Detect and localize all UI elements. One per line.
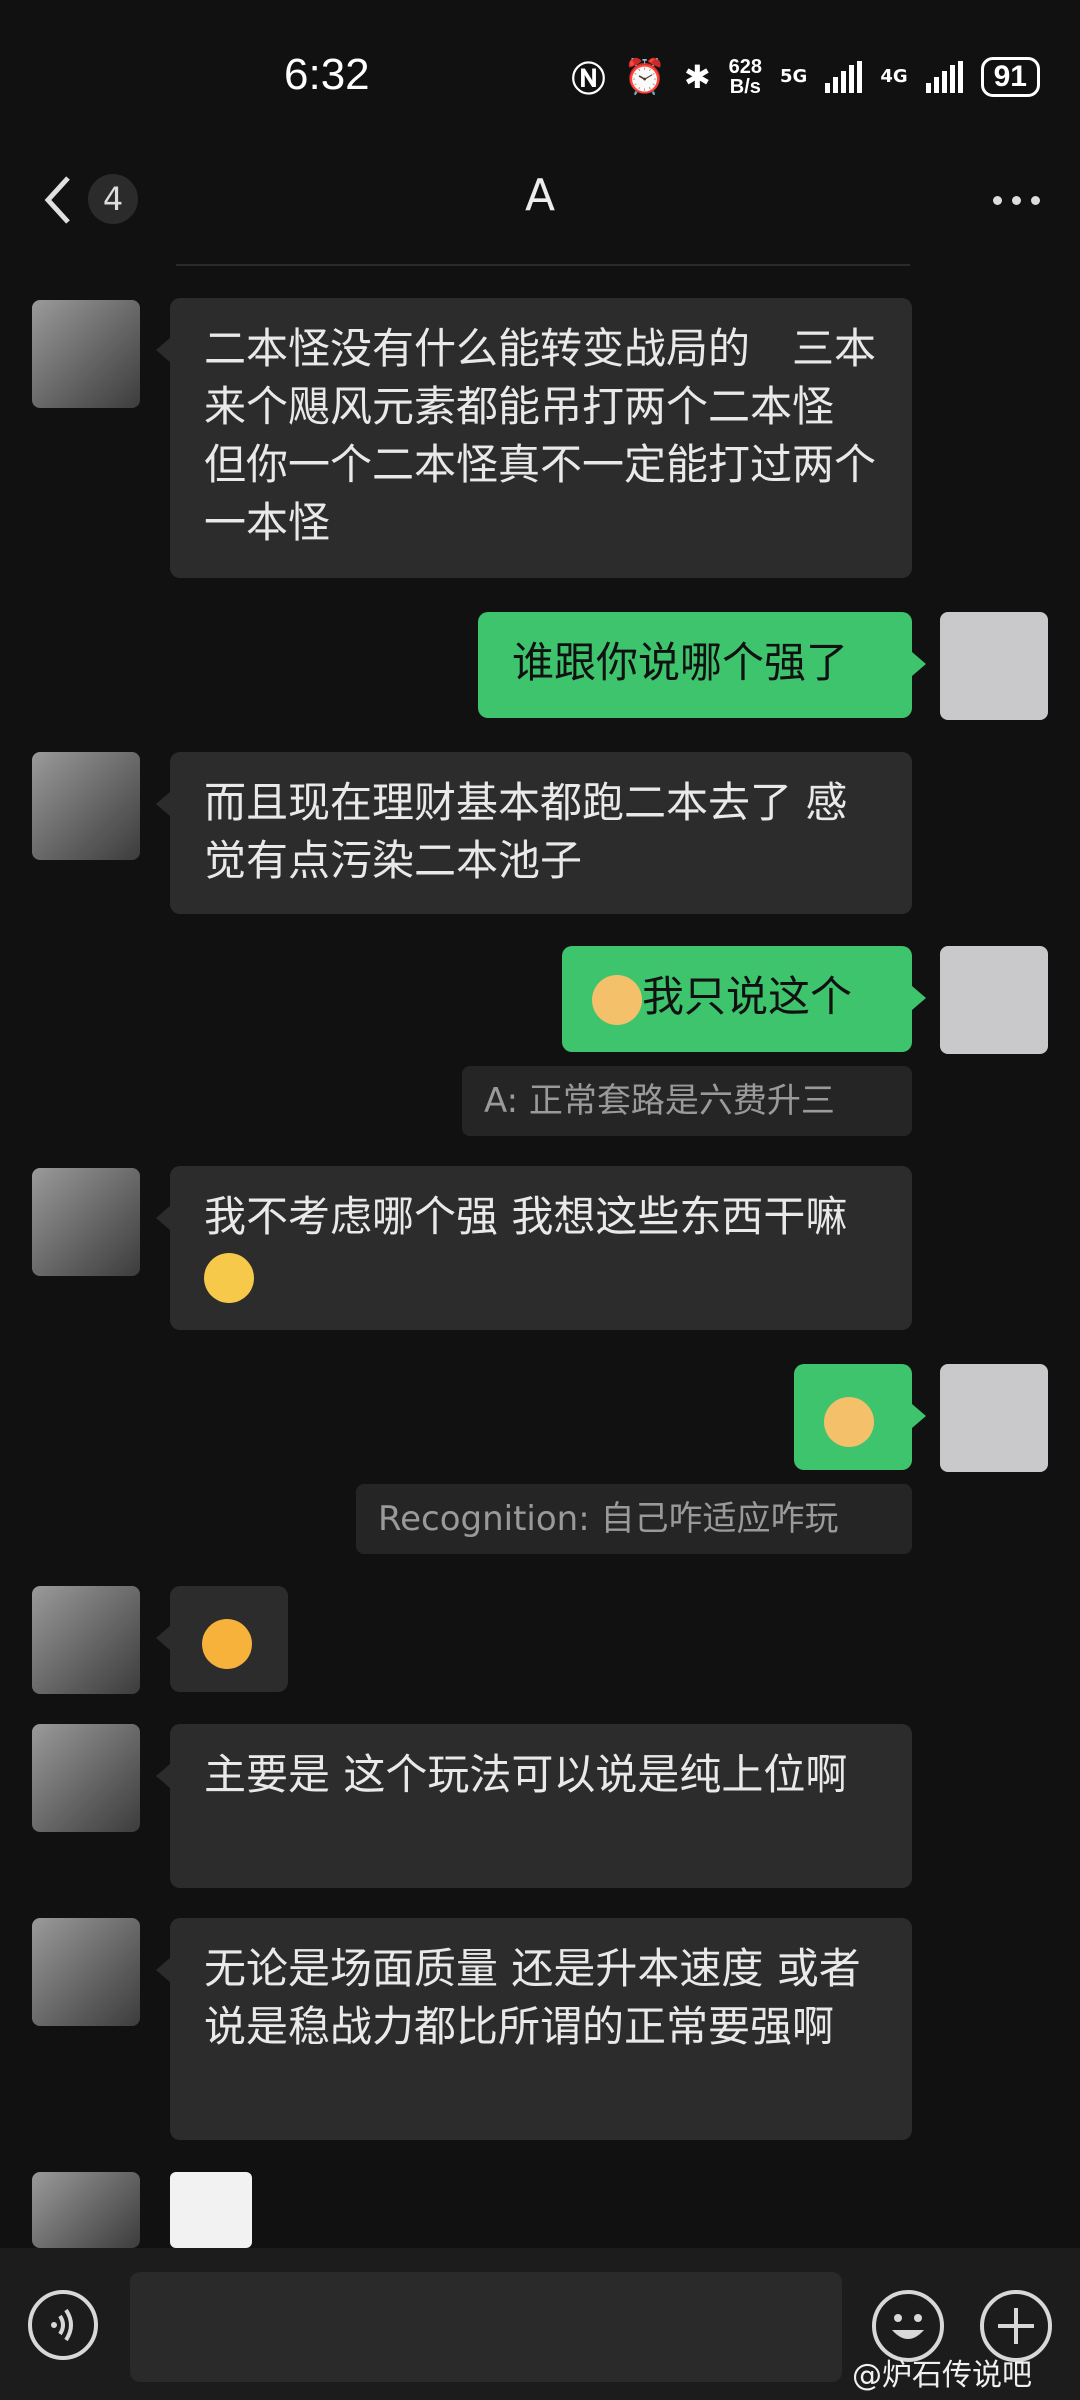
message-bubble-sent[interactable]: 我只说这个 <box>562 946 926 1052</box>
voice-icon <box>51 2308 73 2342</box>
network-4g-label: 4G <box>880 66 908 87</box>
signal-icon-2 <box>925 60 963 93</box>
message-text: 我只说这个 <box>642 972 853 1021</box>
sticker-image[interactable] <box>170 2172 252 2248</box>
quoted-reply[interactable]: Recognition: 自己咋适应咋玩 <box>356 1484 912 1554</box>
message-bubble-received[interactable]: 主要是 这个玩法可以说是纯上位啊 <box>156 1724 912 1888</box>
voice-input-button[interactable] <box>28 2290 98 2360</box>
heart-face-emoji-icon <box>202 1618 252 1669</box>
contact-avatar[interactable] <box>32 752 140 860</box>
doge-emoji-icon <box>824 1396 874 1447</box>
battery-indicator: 91 <box>980 56 1040 97</box>
net-speed-unit: B/s <box>729 75 761 98</box>
signal-icon <box>825 60 863 93</box>
message-bubble-received[interactable]: 我不考虑哪个强 我想这些东西干嘛 <box>156 1166 912 1330</box>
network-speed: 628 B/s <box>729 57 762 97</box>
my-avatar[interactable] <box>940 1364 1048 1472</box>
status-icons: Ⓝ ⏰ ✱ 628 B/s 5G 4G 91 <box>571 52 1040 101</box>
unamused-emoji-icon <box>204 1252 254 1303</box>
nfc-icon: Ⓝ <box>571 60 606 100</box>
watermark: @炉石传说吧 <box>852 2358 1032 2393</box>
my-avatar[interactable] <box>940 612 1048 720</box>
message-bubble-received[interactable] <box>156 1586 288 1692</box>
contact-avatar[interactable] <box>32 2172 140 2248</box>
message-bubble-received[interactable]: 而且现在理财基本都跑二本去了 感觉有点污染二本池子 <box>156 752 912 914</box>
quoted-reply[interactable]: A: 正常套路是六费升三 <box>462 1066 912 1136</box>
network-5g-label: 5G <box>780 66 808 87</box>
contact-avatar[interactable] <box>32 1586 140 1694</box>
contact-avatar[interactable] <box>32 300 140 408</box>
contact-avatar[interactable] <box>32 1724 140 1832</box>
plus-icon <box>998 2308 1034 2344</box>
message-text: 我不考虑哪个强 我想这些东西干嘛 <box>204 1192 848 1241</box>
doge-emoji-icon <box>592 974 642 1025</box>
message-bubble-received[interactable]: 二本怪没有什么能转变战局的 三本来个飓风元素都能吊打两个二本怪 但你一个二本怪真… <box>156 298 912 578</box>
contact-avatar[interactable] <box>32 1918 140 2026</box>
my-avatar[interactable] <box>940 946 1048 1054</box>
message-bubble-sent[interactable]: 谁跟你说哪个强了 <box>478 612 926 718</box>
net-speed-value: 628 <box>728 55 762 78</box>
message-bubble-sent[interactable] <box>794 1364 926 1470</box>
bluetooth-icon: ✱ <box>683 57 711 96</box>
alarm-icon: ⏰ <box>623 56 666 97</box>
contact-avatar[interactable] <box>32 1168 140 1276</box>
message-input[interactable] <box>130 2272 842 2382</box>
message-bubble-received[interactable]: 无论是场面质量 还是升本速度 或者说是稳战力都比所谓的正常要强啊 <box>156 1918 912 2140</box>
header-divider <box>176 264 910 266</box>
smiley-icon <box>892 2314 924 2339</box>
status-time: 6:32 <box>284 50 370 99</box>
more-options-button[interactable] <box>993 196 1040 205</box>
chat-title: A <box>524 170 556 221</box>
